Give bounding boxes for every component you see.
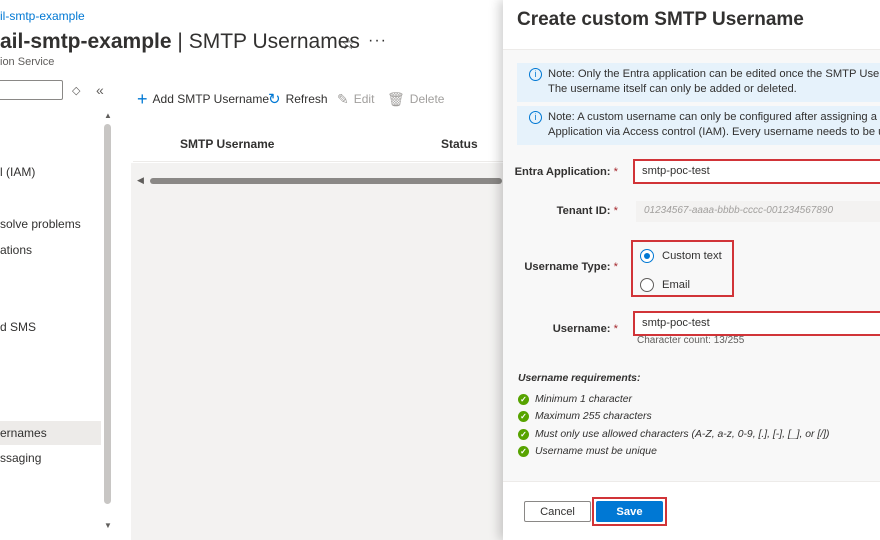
info-note-custom-username: i Note: A custom username can only be co… <box>517 106 880 145</box>
add-smtp-username-button[interactable]: + Add SMTP Username <box>137 90 269 108</box>
username-type-label: Username Type: * <box>524 261 618 273</box>
requirement-item: ✓ Username must be unique <box>518 446 657 457</box>
grid-body <box>131 163 503 540</box>
required-marker: * <box>613 261 618 273</box>
info-icon: i <box>529 111 542 124</box>
edit-label: Edit <box>353 92 375 106</box>
info-note-edit: i Note: Only the Entra application can b… <box>517 63 880 102</box>
save-button-highlight: Save <box>592 497 667 526</box>
sidebar-item-sms[interactable]: d SMS <box>0 315 36 339</box>
scroll-down-icon[interactable]: ▼ <box>104 521 112 530</box>
requirement-item: ✓ Must only use allowed characters (A-Z,… <box>518 429 830 440</box>
grid-horizontal-scrollbar[interactable] <box>150 178 502 184</box>
note-line: Note: A custom username can only be conf… <box>548 111 880 123</box>
save-button[interactable]: Save <box>596 501 663 522</box>
tenant-id-field: 01234567-aaaa-bbbb-cccc-001234567890 <box>636 201 880 222</box>
note-line: The username itself can only be added or… <box>548 83 797 95</box>
entra-application-dropdown[interactable]: smtp-poc-test <box>633 159 880 184</box>
tenant-id-label: Tenant ID: * <box>556 205 618 217</box>
collapse-sidebar-icon[interactable]: « <box>96 82 104 98</box>
radio-custom-text[interactable]: Custom text <box>640 249 722 263</box>
sidebar-search-input[interactable] <box>0 80 63 100</box>
required-marker: * <box>613 166 618 178</box>
resource-name: ail-smtp-example <box>0 30 172 53</box>
sidebar-scrollbar[interactable] <box>104 124 111 504</box>
delete-button[interactable]: 🗑 Delete <box>387 90 444 108</box>
panel-footer: Cancel Save <box>503 481 880 540</box>
requirement-item: ✓ Maximum 255 characters <box>518 411 652 422</box>
sidebar-item-access-control[interactable]: l (IAM) <box>0 160 35 184</box>
page-name: SMTP Usernames <box>188 30 360 53</box>
refresh-icon: ↻ <box>268 91 281 108</box>
more-options-icon[interactable]: ··· <box>368 32 387 50</box>
cancel-button[interactable]: Cancel <box>524 501 591 522</box>
refresh-button[interactable]: ↻ Refresh <box>268 90 328 108</box>
entra-application-label: Entra Application: * <box>514 166 618 178</box>
scroll-left-icon[interactable]: ◀ <box>137 175 144 186</box>
required-marker: * <box>613 205 618 217</box>
edit-button[interactable]: ✎ Edit <box>337 90 374 108</box>
add-label: Add SMTP Username <box>152 92 270 106</box>
radio-email[interactable]: Email <box>640 278 690 292</box>
sidebar-item-diagnose[interactable]: solve problems <box>0 212 81 236</box>
username-requirements-title: Username requirements: <box>518 373 641 384</box>
check-icon: ✓ <box>518 429 529 440</box>
radio-selected-icon <box>640 249 654 263</box>
check-icon: ✓ <box>518 411 529 422</box>
page-title: ail-smtp-example | SMTP Usernames <box>0 30 360 54</box>
title-separator: | <box>177 30 183 53</box>
check-icon: ✓ <box>518 394 529 405</box>
pencil-icon: ✎ <box>337 90 349 107</box>
scroll-up-icon[interactable]: ▲ <box>104 111 112 120</box>
sidebar-item-smtp-usernames[interactable]: ernames <box>0 421 101 445</box>
sidebar-item-notifications[interactable]: ations <box>0 238 32 262</box>
panel-title: Create custom SMTP Username <box>517 9 804 30</box>
resource-type-subtitle: ion Service <box>0 56 55 68</box>
sidebar-item-messaging[interactable]: ssaging <box>0 446 41 470</box>
requirement-item: ✓ Minimum 1 character <box>518 394 632 405</box>
trash-icon: 🗑 <box>387 90 405 107</box>
plus-icon: + <box>137 89 148 109</box>
required-marker: * <box>613 323 618 335</box>
radio-label: Email <box>662 279 690 291</box>
username-label: Username: * <box>552 323 618 335</box>
radio-label: Custom text <box>662 250 722 262</box>
column-header-status[interactable]: Status <box>441 137 478 151</box>
create-smtp-username-panel: Create custom SMTP Username i Note: Only… <box>503 0 880 540</box>
note-line: Note: Only the Entra application can be … <box>548 68 880 80</box>
sort-icon[interactable]: ◇ <box>72 84 80 97</box>
note-line: Application via Access control (IAM). Ev… <box>548 126 880 138</box>
favorite-star-icon[interactable]: ☆ <box>341 34 355 54</box>
breadcrumb[interactable]: il-smtp-example <box>0 9 85 23</box>
info-icon: i <box>529 68 542 81</box>
column-header-smtp-username[interactable]: SMTP Username <box>180 137 274 151</box>
radio-unselected-icon <box>640 278 654 292</box>
panel-body: i Note: Only the Entra application can b… <box>503 49 880 481</box>
check-icon: ✓ <box>518 446 529 457</box>
character-count: Character count: 13/255 <box>637 335 745 346</box>
username-input[interactable]: smtp-poc-test <box>633 311 880 336</box>
refresh-label: Refresh <box>285 92 328 106</box>
username-type-radio-group: Custom text Email <box>631 240 734 297</box>
delete-label: Delete <box>409 92 445 106</box>
